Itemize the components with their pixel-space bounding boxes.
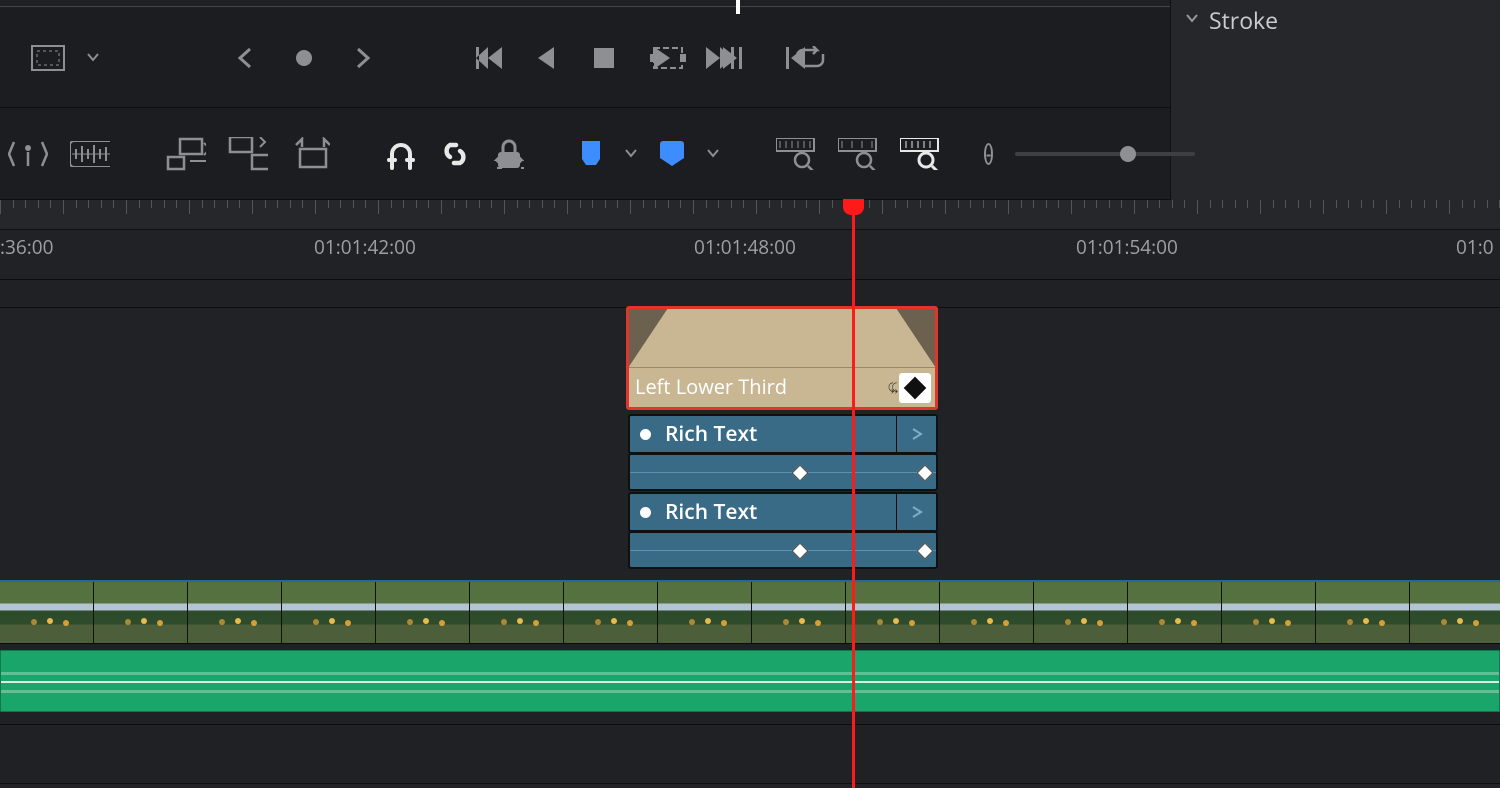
zoom-slider-knob[interactable] xyxy=(1120,146,1136,162)
keyframe-toggle-button[interactable] xyxy=(899,373,931,403)
zoom-full-button[interactable] xyxy=(900,134,940,174)
transport-toolbar xyxy=(0,8,1170,108)
capture-frame-button[interactable] xyxy=(648,38,688,78)
swap-clip-button[interactable] xyxy=(290,134,330,174)
keyframe-strip-2[interactable] xyxy=(628,531,938,569)
keyframe-diamond-icon[interactable] xyxy=(917,543,934,560)
clip-thumbnail xyxy=(470,582,564,643)
clip-thumbnail xyxy=(376,582,470,643)
clip-thumbnail xyxy=(188,582,282,643)
record-button[interactable] xyxy=(284,38,324,78)
inspector-section-stroke[interactable]: Stroke xyxy=(1171,0,1500,40)
clip-fade-in-icon xyxy=(628,308,668,368)
clip-marker-button[interactable] xyxy=(660,134,684,174)
stop-button[interactable] xyxy=(584,38,624,78)
keyframe-lane-rich-text-1[interactable]: Rich Text xyxy=(628,414,938,454)
insert-clip-before-button[interactable] xyxy=(166,134,206,174)
edit-toolbar: - xyxy=(0,108,1170,200)
keyframe-diamond-icon[interactable] xyxy=(792,543,809,560)
expand-lane-button[interactable] xyxy=(896,494,936,530)
clip-thumbnail xyxy=(564,582,658,643)
keyframe-lane-label: Rich Text xyxy=(665,498,757,526)
zoom-slider[interactable] xyxy=(1015,152,1195,156)
goto-start-button[interactable] xyxy=(776,38,816,78)
range-selection-button[interactable] xyxy=(8,134,48,174)
clip-thumbnail xyxy=(1316,582,1410,643)
timecode-label: 01:0 xyxy=(1456,234,1494,260)
audio-track[interactable] xyxy=(0,644,1500,724)
timecode-label: :36:00 xyxy=(0,234,53,260)
position-lock-button[interactable] xyxy=(494,134,524,174)
clip-label: Left Lower Third xyxy=(635,373,787,400)
minus-icon: - xyxy=(986,143,991,165)
play-reverse-button[interactable] xyxy=(526,38,566,78)
expand-lane-button[interactable] xyxy=(896,416,936,452)
track-spacer xyxy=(0,280,1500,308)
clip-divider xyxy=(629,367,935,368)
timecode-label: 01:01:48:00 xyxy=(694,234,796,260)
clip-thumbnail xyxy=(1410,582,1500,643)
tracks-container: Left Lower Third ⤹⤹ Rich Text Rich Text xyxy=(0,280,1500,308)
track-empty xyxy=(0,724,1500,784)
timeline-ruler[interactable]: /*ticks drawn below via JS-less spans*/ xyxy=(0,200,1500,230)
audio-waveform-icon xyxy=(1,672,1499,675)
clip-thumbnail xyxy=(282,582,376,643)
playhead-handle-icon[interactable] xyxy=(843,199,864,215)
timecode-label: 01:01:42:00 xyxy=(314,234,416,260)
keyframe-lane-label: Rich Text xyxy=(665,420,757,448)
timeline-area: /*ticks drawn below via JS-less spans*/ … xyxy=(0,200,1500,788)
clip-thumbnail xyxy=(658,582,752,643)
linked-selection-button[interactable] xyxy=(438,134,472,174)
clip-thumbnail xyxy=(940,582,1034,643)
audio-clip[interactable] xyxy=(0,650,1500,712)
chevron-down-icon[interactable] xyxy=(86,47,100,69)
diamond-icon xyxy=(904,377,927,400)
video-track[interactable] xyxy=(0,580,1500,644)
zoom-detail-button[interactable] xyxy=(776,134,816,174)
chevron-down-icon[interactable] xyxy=(624,143,638,165)
keyframe-diamond-icon[interactable] xyxy=(917,465,934,482)
clip-thumbnail xyxy=(1034,582,1128,643)
clip-thumbnail xyxy=(846,582,940,643)
inspector-section-label: Stroke xyxy=(1209,4,1278,36)
prev-keyframe-button[interactable] xyxy=(226,38,266,78)
clip-thumbnail xyxy=(752,582,846,643)
goto-end-button[interactable] xyxy=(712,38,752,78)
clip-thumbnail xyxy=(1128,582,1222,643)
keyframe-diamond-icon[interactable] xyxy=(792,465,809,482)
keyframe-lane-rich-text-2[interactable]: Rich Text xyxy=(628,492,938,532)
audio-waveform-icon xyxy=(1,690,1499,693)
timecode-label: 01:01:54:00 xyxy=(1076,234,1178,260)
clip-thumbnail xyxy=(94,582,188,643)
timeline-timecodes[interactable]: :36:00 01:01:42:00 01:01:48:00 01:01:54:… xyxy=(0,230,1500,280)
insert-clip-after-button[interactable] xyxy=(228,134,268,174)
clip-thumbnail xyxy=(0,582,94,643)
clip-thumbnail xyxy=(1222,582,1316,643)
clip-title-left-lower-third[interactable]: Left Lower Third ⤹⤹ xyxy=(626,306,938,410)
keyframe-curve-icon: ⤹⤹ xyxy=(888,380,895,395)
next-keyframe-button[interactable] xyxy=(342,38,382,78)
zoom-out-button[interactable]: - xyxy=(984,143,993,165)
safe-area-button[interactable] xyxy=(28,38,68,78)
goto-first-frame-button[interactable] xyxy=(468,38,508,78)
chevron-down-icon[interactable] xyxy=(706,143,720,165)
keyframe-anchor-icon xyxy=(640,429,651,440)
keyframe-anchor-icon xyxy=(640,507,651,518)
audio-scrub-button[interactable] xyxy=(70,134,110,174)
clip-fade-out-icon xyxy=(896,308,936,368)
keyframe-strip-1[interactable] xyxy=(628,453,938,491)
playhead[interactable] xyxy=(852,200,855,788)
chevron-down-icon xyxy=(1185,11,1199,30)
zoom-custom-button[interactable] xyxy=(838,134,878,174)
flag-marker-button[interactable] xyxy=(580,134,602,174)
snapping-button[interactable] xyxy=(386,134,416,174)
audio-waveform-icon xyxy=(1,681,1499,683)
